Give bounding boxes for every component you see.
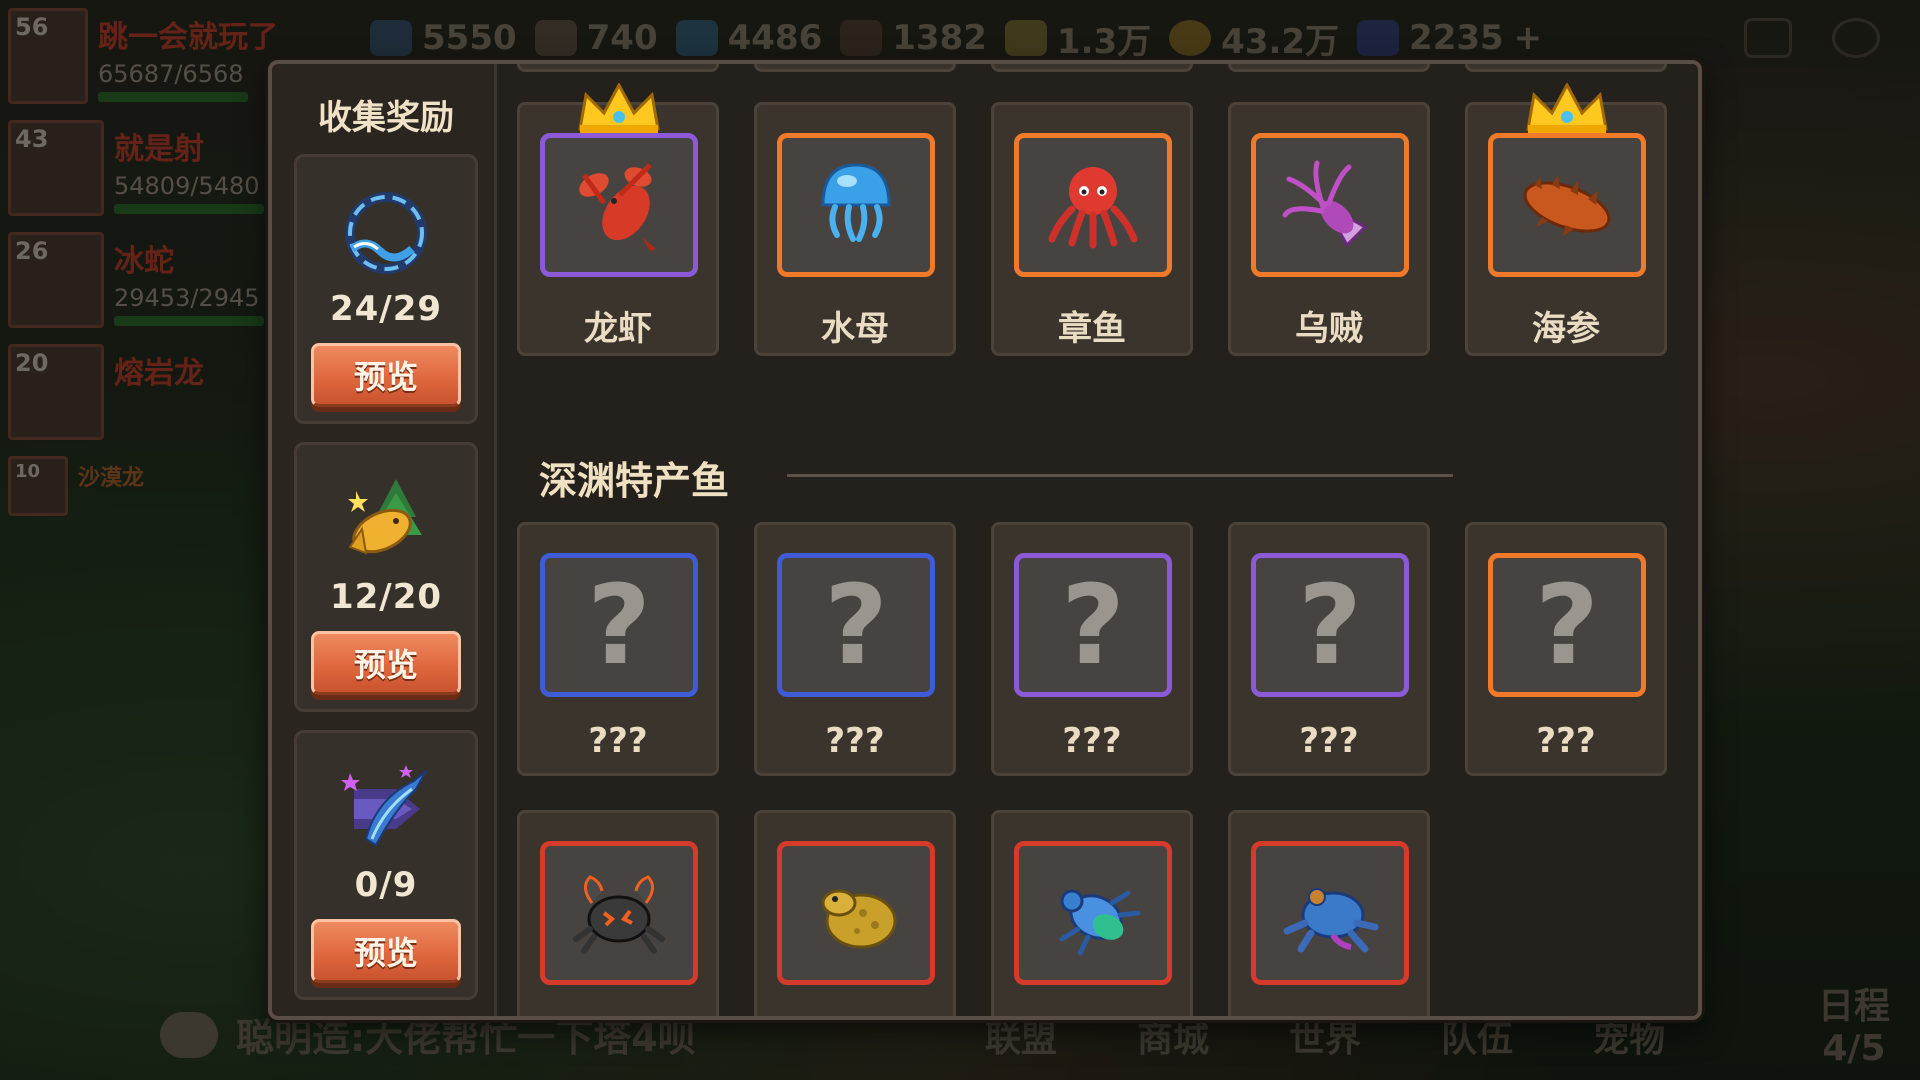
- swordfish-icon: [341, 765, 427, 847]
- reward-card: 12/20 预览: [294, 442, 478, 712]
- lobster-icon: [579, 163, 656, 251]
- fish-card-locked[interactable]: ? ???: [517, 522, 719, 776]
- rarity-frame: [1488, 133, 1646, 277]
- reward-progress: 24/29: [329, 289, 443, 329]
- sea-cucumber-icon: [1523, 175, 1611, 237]
- rarity-frame: [777, 133, 935, 277]
- rarity-frame: [777, 841, 935, 985]
- rarity-frame: [540, 133, 698, 277]
- rarity-frame: [540, 841, 698, 985]
- collection-dialog: 收集奖励 24/29 预览 12/20 预览 0/9 预览 龙虾 水母 章鱼 乌…: [268, 60, 1702, 1020]
- fish-card[interactable]: 龙虾: [517, 83, 719, 356]
- fish-card-locked[interactable]: ? ???: [1465, 522, 1667, 776]
- fish-card[interactable]: [754, 810, 956, 1016]
- crown-icon: [1526, 83, 1608, 133]
- reward-card: 24/29 预览: [294, 154, 478, 424]
- previous-row-edge: [497, 64, 1698, 72]
- fish-name: 乌贼: [1295, 309, 1363, 349]
- fish-card[interactable]: [991, 810, 1193, 1016]
- preview-button[interactable]: 预览: [311, 919, 461, 983]
- rarity-frame: [1251, 841, 1409, 985]
- octopus-icon: [1048, 167, 1138, 249]
- rarity-frame: ?: [1014, 553, 1172, 697]
- crown-icon: [578, 83, 660, 133]
- fish-card[interactable]: 水母: [754, 102, 956, 356]
- fish-card-locked[interactable]: ? ???: [991, 522, 1193, 776]
- fish-name: 龙虾: [584, 309, 652, 349]
- question-mark-icon: ?: [587, 561, 651, 689]
- jellyfish-icon: [821, 163, 891, 242]
- rarity-frame: ?: [1488, 553, 1646, 697]
- preview-button[interactable]: 预览: [311, 343, 461, 407]
- reward-card: 0/9 预览: [294, 730, 478, 1000]
- fish-card-locked[interactable]: ? ???: [754, 522, 956, 776]
- fish-name: 章鱼: [1058, 309, 1126, 349]
- question-mark-icon: ?: [824, 561, 888, 689]
- fish-name: ???: [1299, 721, 1359, 761]
- section-title: 深渊特产鱼: [539, 459, 730, 503]
- question-mark-icon: ?: [1061, 561, 1125, 689]
- fish-name: ???: [588, 721, 648, 761]
- rarity-frame: [1014, 133, 1172, 277]
- reward-panel: 收集奖励 24/29 预览 12/20 预览 0/9 预览: [286, 74, 486, 1014]
- golden-toad-icon: [821, 889, 897, 949]
- fish-card[interactable]: [1228, 810, 1430, 1016]
- reward-progress: 12/20: [329, 577, 443, 617]
- fish-card[interactable]: 章鱼: [991, 102, 1193, 356]
- lava-crab-icon: [573, 875, 665, 954]
- golden-fish-icon: [348, 479, 422, 555]
- fish-name: ???: [1536, 721, 1596, 761]
- rarity-frame: ?: [1251, 553, 1409, 697]
- blue-beetle-icon: [1059, 889, 1141, 956]
- blue-frog-icon: [1283, 888, 1379, 953]
- section-divider: [787, 474, 1453, 477]
- reward-progress: 0/9: [354, 865, 418, 905]
- fish-name: 水母: [821, 309, 889, 349]
- rarity-frame: [1251, 133, 1409, 277]
- rarity-frame: ?: [540, 553, 698, 697]
- squid-icon: [1282, 160, 1368, 248]
- fish-name: ???: [825, 721, 885, 761]
- fish-name: 海参: [1532, 309, 1600, 349]
- question-mark-icon: ?: [1298, 561, 1362, 689]
- reward-panel-title: 收集奖励: [318, 97, 454, 138]
- fish-card[interactable]: 乌贼: [1228, 102, 1430, 356]
- fish-name: ???: [1062, 721, 1122, 761]
- fish-card[interactable]: 海参: [1465, 83, 1667, 356]
- fish-card-locked[interactable]: ? ???: [1228, 522, 1430, 776]
- question-mark-icon: ?: [1535, 561, 1599, 689]
- rarity-frame: [1014, 841, 1172, 985]
- fish-card[interactable]: [517, 810, 719, 1016]
- preview-button[interactable]: 预览: [311, 631, 461, 695]
- wave-ring-icon: [345, 192, 427, 274]
- collection-grid: 龙虾 水母 章鱼 乌贼 海参 深渊特产鱼 ? ??? ? ??? ? ??? ?…: [494, 64, 1698, 1016]
- rarity-frame: ?: [777, 553, 935, 697]
